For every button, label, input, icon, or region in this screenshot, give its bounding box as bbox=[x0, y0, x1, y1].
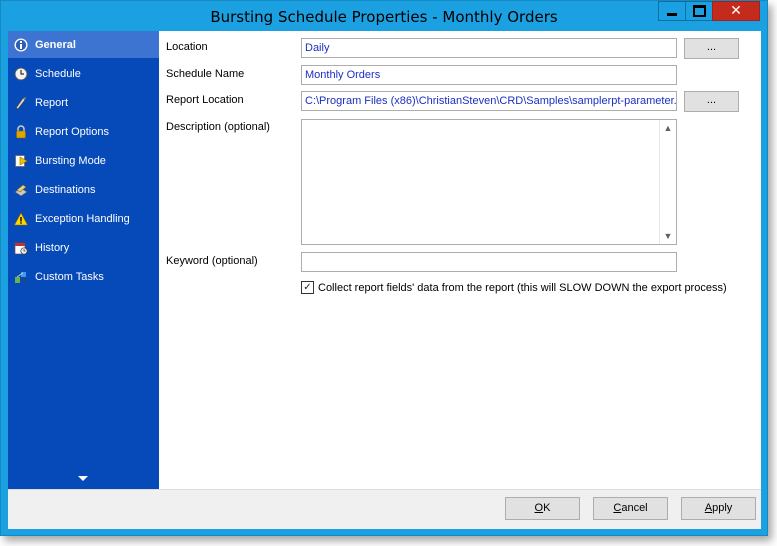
sidebar-item-exception-handling[interactable]: Exception Handling bbox=[8, 205, 159, 232]
scroll-down-icon[interactable]: ▼ bbox=[663, 231, 673, 241]
sidebar-item-destinations[interactable]: Destinations bbox=[8, 176, 159, 203]
description-label: Description (optional) bbox=[166, 121, 270, 133]
apply-button[interactable]: Apply bbox=[681, 497, 756, 520]
sidebar-item-history[interactable]: History bbox=[8, 234, 159, 261]
location-label: Location bbox=[166, 41, 208, 53]
collect-fields-row[interactable]: ✓ Collect report fields' data from the r… bbox=[301, 281, 727, 294]
minimize-button[interactable] bbox=[658, 1, 686, 21]
clock-icon bbox=[14, 67, 28, 81]
collect-fields-label: Collect report fields' data from the rep… bbox=[318, 281, 727, 294]
sidebar: General Schedule Report Report Options B… bbox=[8, 31, 159, 489]
sidebar-item-bursting-mode[interactable]: Bursting Mode bbox=[8, 147, 159, 174]
sidebar-item-label: Bursting Mode bbox=[35, 154, 106, 167]
sidebar-item-label: Destinations bbox=[35, 183, 96, 196]
sidebar-item-label: History bbox=[35, 241, 70, 254]
sidebar-item-label: Schedule bbox=[35, 67, 81, 80]
ok-button[interactable]: OK bbox=[505, 497, 580, 520]
custom-tasks-icon bbox=[14, 270, 28, 284]
report-location-label: Report Location bbox=[166, 94, 244, 106]
lock-icon bbox=[14, 124, 28, 139]
destinations-icon bbox=[14, 183, 28, 197]
window-title: Bursting Schedule Properties - Monthly O… bbox=[210, 8, 558, 26]
sidebar-item-label: Custom Tasks bbox=[35, 270, 104, 283]
info-icon bbox=[14, 38, 28, 52]
sidebar-item-general[interactable]: General bbox=[8, 31, 159, 58]
close-button[interactable]: ✕ bbox=[712, 1, 760, 21]
bursting-icon bbox=[14, 154, 28, 168]
schedule-name-label: Schedule Name bbox=[166, 68, 245, 80]
report-location-browse-button[interactable]: ... bbox=[684, 91, 739, 112]
sidebar-item-report-options[interactable]: Report Options bbox=[8, 118, 159, 145]
warning-icon bbox=[14, 211, 28, 226]
history-icon bbox=[14, 241, 28, 255]
minimize-icon bbox=[667, 12, 677, 16]
schedule-name-input[interactable]: Monthly Orders bbox=[301, 65, 677, 85]
scroll-up-icon[interactable]: ▲ bbox=[663, 123, 673, 133]
sidebar-item-schedule[interactable]: Schedule bbox=[8, 60, 159, 87]
cancel-button[interactable]: Cancel bbox=[593, 497, 668, 520]
dialog-window: Bursting Schedule Properties - Monthly O… bbox=[0, 0, 768, 536]
maximize-button[interactable] bbox=[685, 1, 713, 21]
sidebar-item-label: Report Options bbox=[35, 125, 109, 138]
title-bar[interactable]: Bursting Schedule Properties - Monthly O… bbox=[1, 1, 767, 31]
location-browse-button[interactable]: ... bbox=[684, 38, 739, 59]
keyword-input[interactable] bbox=[301, 252, 677, 272]
report-location-input[interactable]: C:\Program Files (x86)\ChristianSteven\C… bbox=[301, 91, 677, 111]
dialog-footer: OK Cancel Apply bbox=[8, 489, 761, 529]
sidebar-item-custom-tasks[interactable]: Custom Tasks bbox=[8, 263, 159, 290]
sidebar-scroll-down-icon[interactable] bbox=[78, 476, 88, 481]
sidebar-item-report[interactable]: Report bbox=[8, 89, 159, 116]
close-icon: ✕ bbox=[730, 3, 742, 19]
description-textarea[interactable]: ▲ ▼ bbox=[301, 119, 677, 245]
keyword-label: Keyword (optional) bbox=[166, 255, 258, 267]
report-icon bbox=[14, 96, 28, 110]
sidebar-item-label: Exception Handling bbox=[35, 212, 130, 225]
sidebar-item-label: General bbox=[35, 38, 76, 51]
sidebar-item-label: Report bbox=[35, 96, 69, 109]
collect-fields-checkbox[interactable]: ✓ bbox=[301, 281, 314, 294]
maximize-icon bbox=[692, 5, 706, 17]
dialog-client-area: General Schedule Report Report Options B… bbox=[8, 31, 761, 529]
description-scrollbar[interactable]: ▲ ▼ bbox=[659, 120, 676, 244]
location-input[interactable]: Daily bbox=[301, 38, 677, 58]
